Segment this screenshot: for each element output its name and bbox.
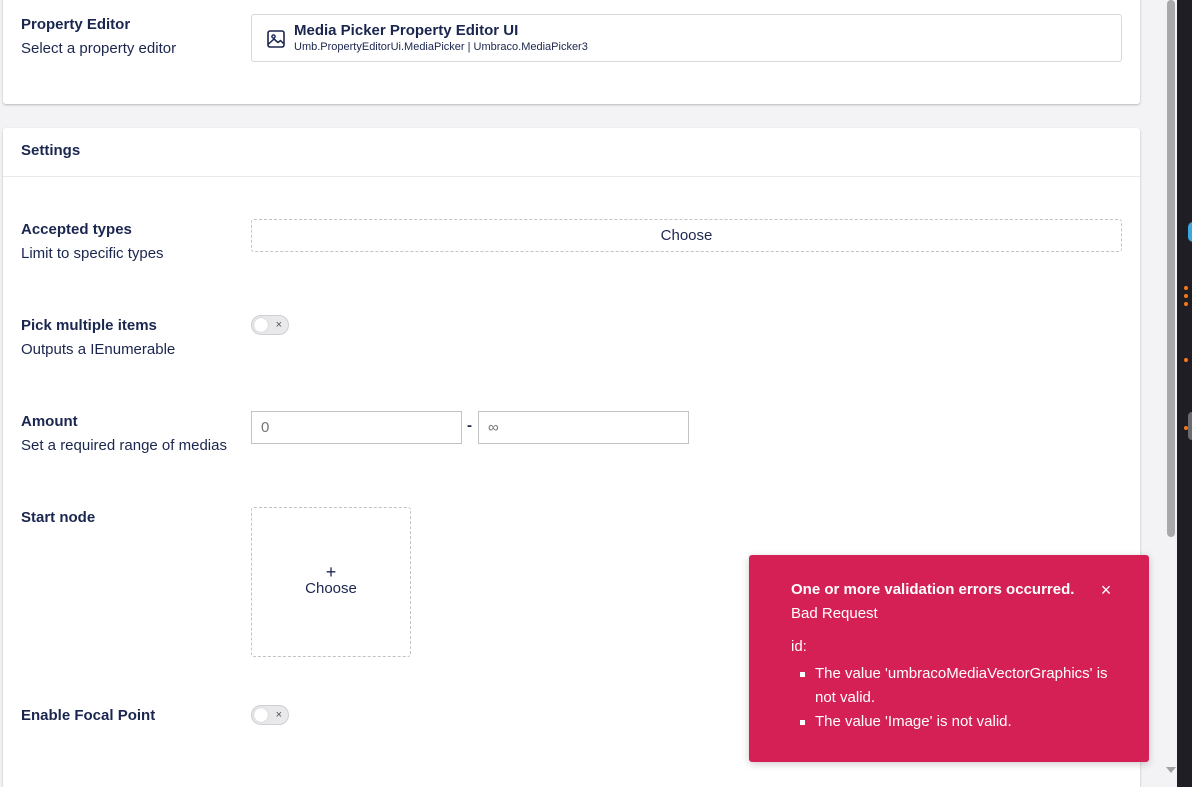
property-editor-alias: Umb.PropertyEditorUi.MediaPicker | Umbra… xyxy=(294,41,588,53)
toast-error-list: The value 'umbracoMediaVectorGraphics' i… xyxy=(791,662,1121,734)
start-node-title: Start node xyxy=(21,509,96,526)
adjacent-window-strip xyxy=(1177,0,1192,787)
toast-error-item: The value 'Image' is not valid. xyxy=(791,710,1121,734)
accepted-types-choose-button[interactable]: Choose xyxy=(251,219,1122,252)
property-editor-title: Property Editor xyxy=(21,16,131,33)
toast-headline: One or more validation errors occurred. xyxy=(791,581,1075,598)
pick-multiple-toggle[interactable]: × xyxy=(251,315,289,335)
accepted-types-title: Accepted types xyxy=(21,221,132,238)
accepted-types-description: Limit to specific types xyxy=(21,245,164,262)
property-editor-name: Media Picker Property Editor UI xyxy=(294,22,519,39)
toast-error-item: The value 'umbracoMediaVectorGraphics' i… xyxy=(791,662,1121,710)
property-editor-card: Property Editor Select a property editor… xyxy=(3,0,1140,104)
start-node-choose-label: Choose xyxy=(305,580,357,597)
grey-indicator xyxy=(1188,412,1192,440)
start-node-choose-button[interactable]: + Choose xyxy=(251,507,411,657)
focal-point-title: Enable Focal Point xyxy=(21,707,156,724)
toast-field-label: id: xyxy=(791,638,807,655)
toggle-knob xyxy=(254,708,268,722)
settings-header: Settings xyxy=(21,142,81,159)
amount-min-input[interactable] xyxy=(251,411,462,444)
toast-message: Bad Request xyxy=(791,605,878,622)
amount-range-separator: - xyxy=(467,417,472,434)
plus-icon: + xyxy=(325,562,337,582)
indicator-dot xyxy=(1184,358,1188,362)
settings-divider xyxy=(3,176,1140,177)
close-icon[interactable]: × xyxy=(1097,581,1115,599)
property-editor-picker[interactable]: Media Picker Property Editor UI Umb.Prop… xyxy=(251,14,1122,62)
focal-point-toggle[interactable]: × xyxy=(251,705,289,725)
image-icon xyxy=(267,30,285,48)
toggle-off-icon: × xyxy=(275,319,282,331)
toggle-knob xyxy=(254,318,268,332)
indicator-dot xyxy=(1184,302,1188,306)
pick-multiple-title: Pick multiple items xyxy=(21,317,157,334)
indicator-dot xyxy=(1184,294,1188,298)
toggle-off-icon: × xyxy=(275,709,282,721)
amount-max-input[interactable] xyxy=(478,411,689,444)
blue-indicator xyxy=(1188,222,1192,242)
indicator-dot xyxy=(1184,286,1188,290)
property-editor-description: Select a property editor xyxy=(21,40,177,57)
scroll-down-arrow-icon[interactable] xyxy=(1166,767,1176,773)
pick-multiple-description: Outputs a IEnumerable xyxy=(21,341,176,358)
amount-description: Set a required range of medias xyxy=(21,437,227,454)
amount-title: Amount xyxy=(21,413,78,430)
error-toast: One or more validation errors occurred. … xyxy=(749,555,1149,762)
scrollbar-thumb[interactable] xyxy=(1167,0,1175,537)
